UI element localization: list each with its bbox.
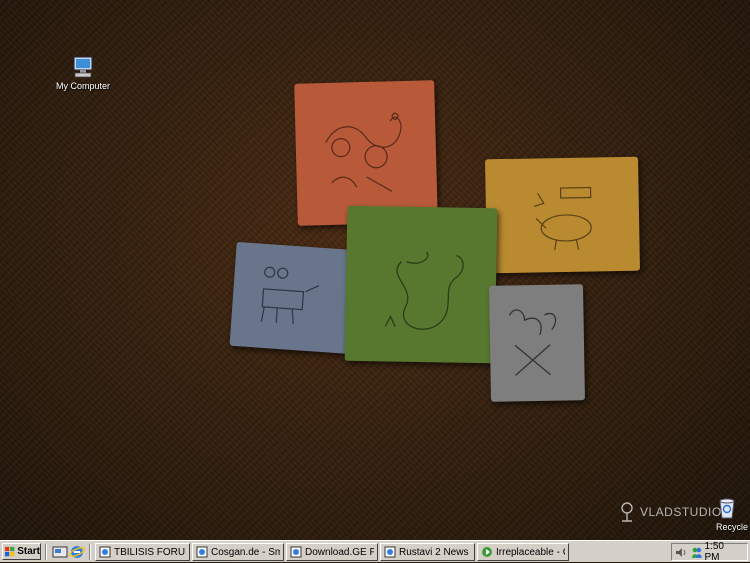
task-button-cosgan[interactable]: Cosgan.de - Smilies... bbox=[192, 543, 284, 561]
desktop: My Computer VLADSTUDIO Recycle bbox=[0, 0, 750, 540]
task-label: Download.GE Foru... bbox=[305, 546, 374, 558]
wallpaper-paper-blue bbox=[229, 241, 359, 355]
my-computer-shortcut[interactable]: My Computer bbox=[55, 55, 111, 91]
show-desktop-icon[interactable] bbox=[52, 544, 68, 560]
dragon-drawing bbox=[325, 112, 402, 192]
wallpaper-paper-red bbox=[294, 80, 438, 226]
start-button[interactable]: Start bbox=[2, 543, 41, 560]
recycle-bin-shortcut[interactable]: Recycle bbox=[716, 496, 750, 532]
goat-drawing bbox=[260, 266, 320, 325]
speaker-icon[interactable] bbox=[675, 546, 688, 559]
task-label: Cosgan.de - Smilies... bbox=[211, 546, 280, 558]
wallpaper-paper-grey bbox=[488, 284, 586, 402]
task-button-rustavi2[interactable]: Rustavi 2 News For... bbox=[380, 543, 475, 561]
vladstudio-logo-icon bbox=[621, 502, 633, 522]
messenger-icon[interactable] bbox=[690, 546, 703, 559]
wallpaper-paper-green bbox=[344, 205, 498, 364]
ie-page-icon bbox=[196, 546, 208, 558]
vladstudio-watermark: VLADSTUDIO bbox=[618, 501, 722, 523]
start-label: Start bbox=[17, 546, 40, 557]
taskbar-separator bbox=[89, 544, 91, 560]
system-tray: 1:50 PM bbox=[671, 541, 748, 563]
internet-explorer-icon[interactable] bbox=[69, 544, 85, 560]
computer-icon bbox=[73, 56, 93, 78]
taskbar-separator bbox=[45, 544, 47, 560]
ie-page-icon bbox=[290, 546, 302, 558]
task-label: Irreplaceable - Con... bbox=[496, 546, 565, 558]
windows-logo-icon bbox=[5, 546, 15, 556]
rooster-drawing bbox=[508, 309, 557, 376]
snake-drawing bbox=[384, 251, 464, 330]
taskbar: Start TBILISIS FORUMI -... Cosgan.de - S… bbox=[0, 540, 750, 563]
pig-drawing bbox=[533, 186, 592, 251]
ie-page-icon bbox=[99, 546, 111, 558]
recycle-bin-icon bbox=[719, 498, 735, 519]
my-computer-label: My Computer bbox=[55, 81, 110, 91]
task-button-download-ge[interactable]: Download.GE Foru... bbox=[286, 543, 378, 561]
tray-clock[interactable]: 1:50 PM bbox=[705, 541, 742, 563]
ie-page-icon bbox=[384, 546, 396, 558]
task-button-irreplaceable[interactable]: Irreplaceable - Con... bbox=[477, 543, 569, 561]
media-player-icon bbox=[482, 547, 492, 557]
task-button-tbilisis-forumi[interactable]: TBILISIS FORUMI -... bbox=[95, 543, 190, 561]
wallpaper-paper-gold bbox=[485, 156, 640, 274]
recycle-bin-label: Recycle bbox=[716, 522, 749, 532]
task-label: TBILISIS FORUMI -... bbox=[114, 546, 186, 558]
task-label: Rustavi 2 News For... bbox=[399, 546, 471, 558]
watermark-text: VLADSTUDIO bbox=[640, 505, 722, 519]
